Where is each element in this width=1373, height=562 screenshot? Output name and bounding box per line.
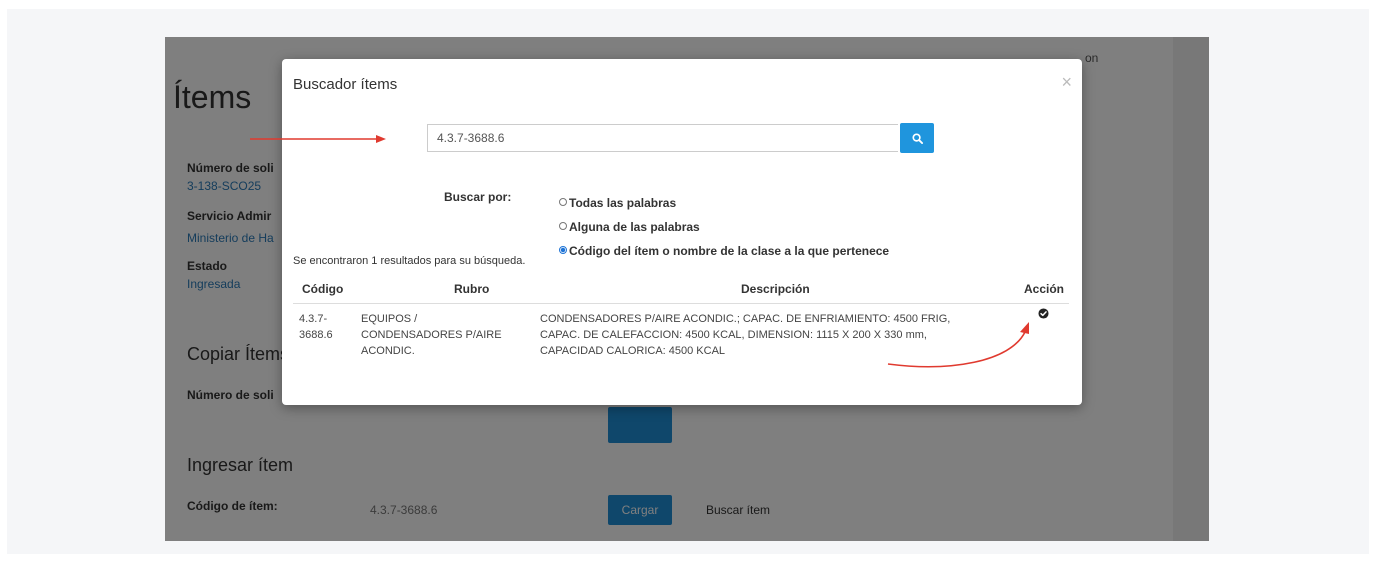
cell-category-line: CONDENSADORES P/AIRE: [361, 329, 502, 341]
cell-description: CONDENSADORES P/AIRE ACONDIC.; CAPAC. DE…: [540, 311, 950, 359]
radio-button[interactable]: [559, 198, 567, 206]
results-count-text: Se encontraron 1 resultados para su búsq…: [293, 255, 526, 267]
check-circle-icon[interactable]: [1038, 308, 1049, 319]
column-header-action: Acción: [1024, 282, 1065, 296]
search-icon: [911, 132, 923, 144]
search-option-label: Todas las palabras: [569, 196, 677, 210]
app-frame: ... ... ... on Ítems Número de soli 3-13…: [165, 37, 1209, 541]
cell-category-line: ACONDIC.: [361, 345, 415, 357]
search-button[interactable]: [900, 123, 934, 153]
column-header-code: Código: [302, 282, 344, 296]
search-by-label: Buscar por:: [444, 190, 512, 204]
cell-code: 4.3.7- 3688.6: [299, 311, 333, 343]
search-input[interactable]: [427, 124, 898, 152]
item-search-modal: Buscador ítems × Buscar por: Todas las p…: [282, 59, 1082, 405]
search-option-item-code[interactable]: Código del ítem o nombre de la clase a l…: [559, 244, 889, 258]
column-header-category: Rubro: [454, 282, 490, 296]
close-icon[interactable]: ×: [1061, 72, 1072, 93]
search-option-all-words[interactable]: Todas las palabras: [559, 196, 676, 210]
cell-category: EQUIPOS / CONDENSADORES P/AIRE ACONDIC.: [361, 311, 502, 359]
cell-description-line: CAPAC. DE CALEFACCION: 4500 KCAL, DIMENS…: [540, 329, 927, 341]
cell-description-line: CAPACIDAD CALORICA: 4500 KCAL: [540, 345, 726, 357]
radio-button[interactable]: [559, 222, 567, 230]
cell-code-line: 4.3.7-: [299, 313, 328, 325]
cell-code-line: 3688.6: [299, 329, 333, 341]
search-option-any-word[interactable]: Alguna de las palabras: [559, 220, 700, 234]
modal-title: Buscador ítems: [293, 76, 398, 93]
table-header-divider: [293, 303, 1069, 304]
search-option-label: Código del ítem o nombre de la clase a l…: [569, 244, 890, 258]
radio-button-selected[interactable]: [559, 246, 567, 254]
cell-category-line: EQUIPOS /: [361, 313, 418, 325]
cell-description-line: CONDENSADORES P/AIRE ACONDIC.; CAPAC. DE…: [540, 313, 951, 325]
search-option-label: Alguna de las palabras: [569, 220, 700, 234]
column-header-description: Descripción: [741, 282, 810, 296]
